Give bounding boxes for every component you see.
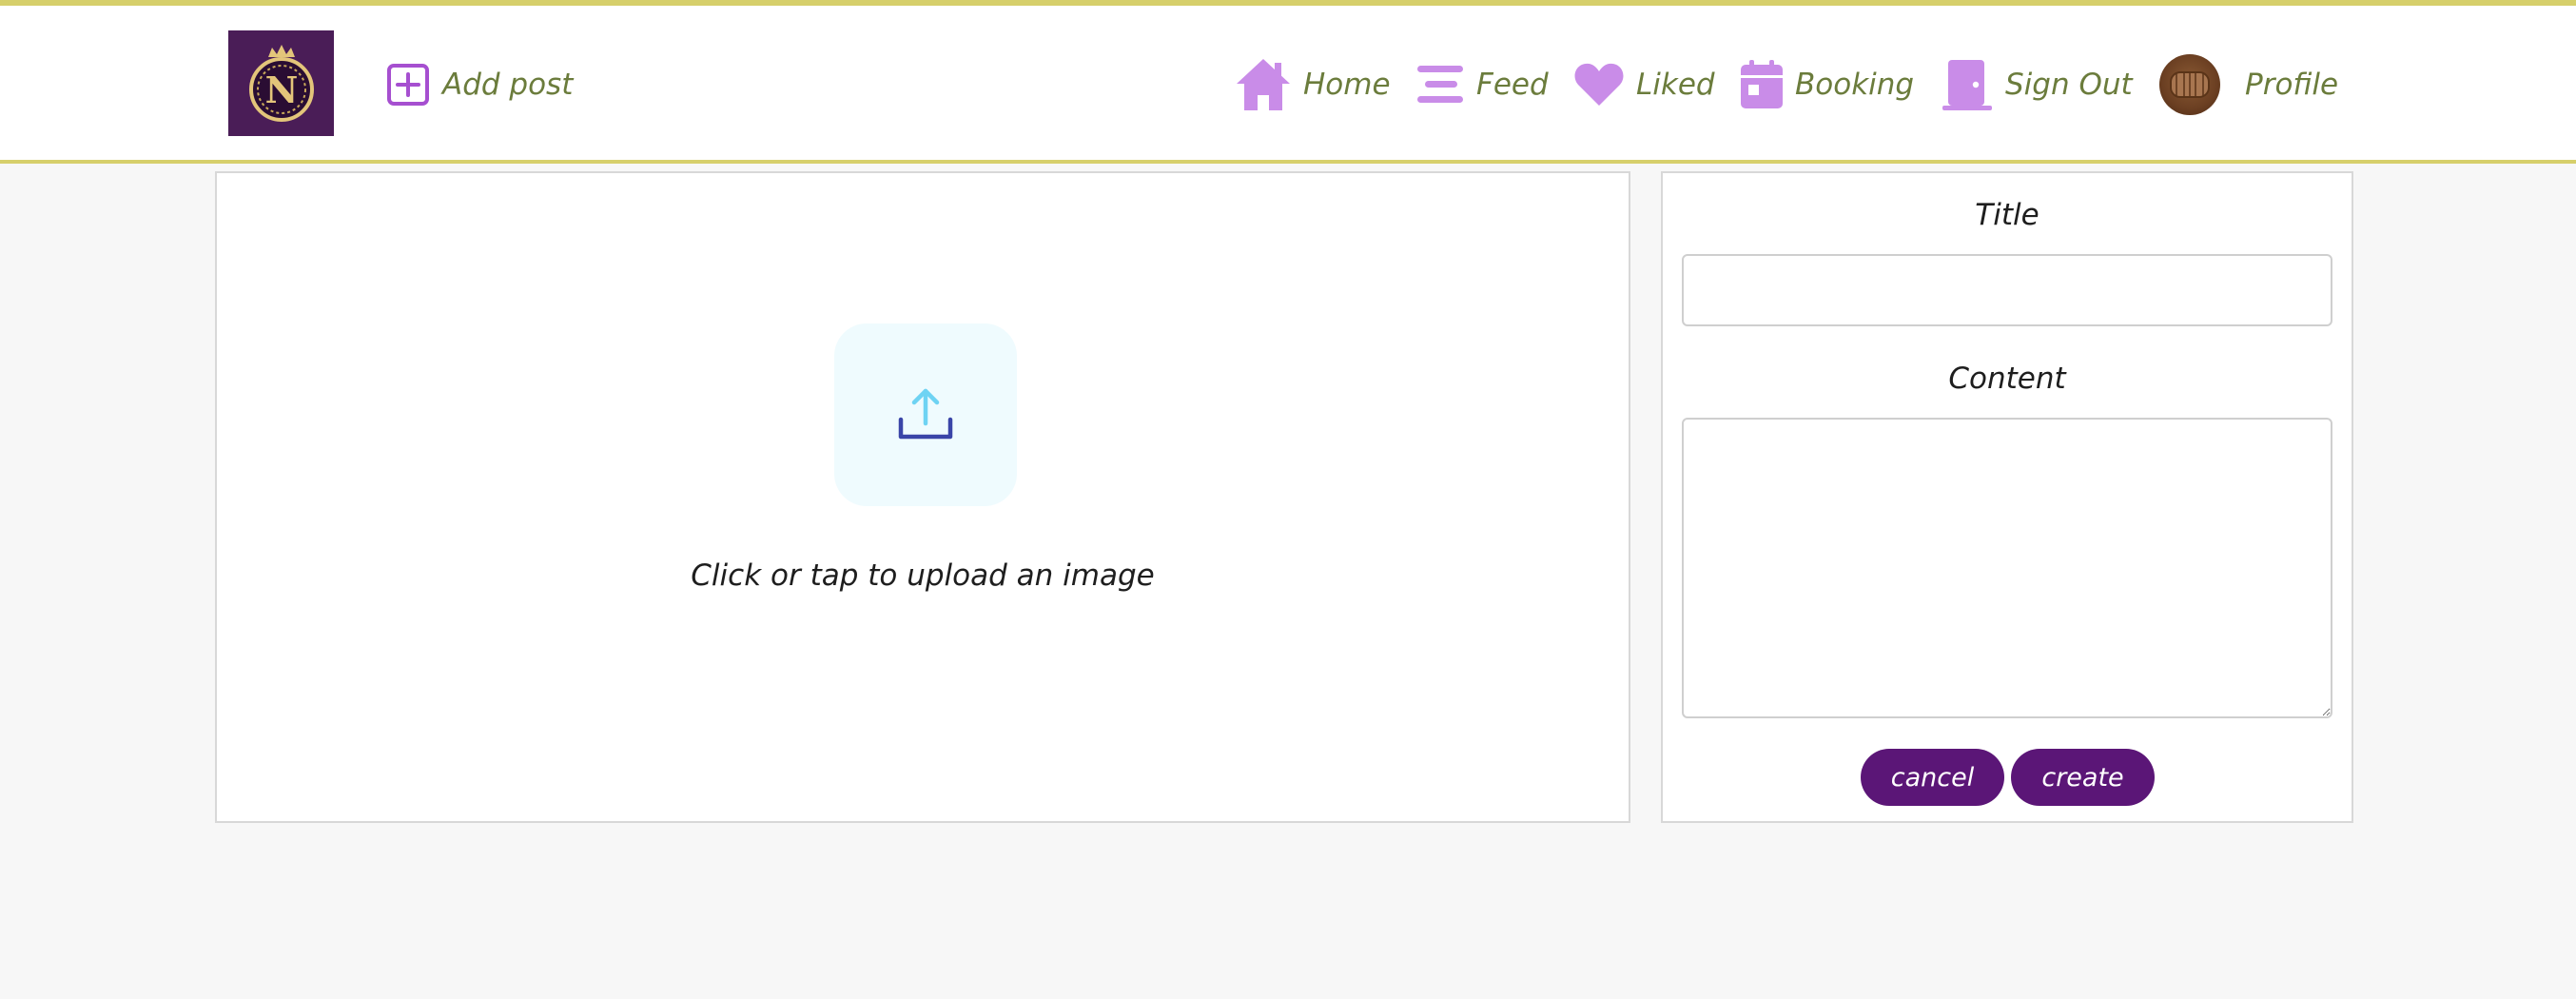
barrel-icon <box>2170 71 2210 98</box>
top-navbar: N Add post Home Feed Liked Booking Sign … <box>0 0 2576 164</box>
heart-icon <box>1573 62 1625 108</box>
home-icon <box>1235 57 1292 112</box>
nav-profile-label: Profile <box>2245 68 2339 102</box>
create-button[interactable]: create <box>2011 749 2155 806</box>
content-label: Content <box>1948 362 2066 396</box>
nav-home[interactable]: Home <box>1235 53 1391 116</box>
plus-square-icon <box>385 62 431 108</box>
nav-liked-label: Liked <box>1636 68 1715 102</box>
title-input[interactable] <box>1682 254 2332 326</box>
add-post-label: Add post <box>442 68 574 102</box>
door-icon <box>1941 58 1994 111</box>
nav-profile[interactable]: Profile <box>2159 53 2338 116</box>
upload-prompt: Click or tap to upload an image <box>691 558 1155 593</box>
calendar-icon <box>1740 59 1784 110</box>
nav-feed[interactable]: Feed <box>1415 53 1549 116</box>
nav-liked[interactable]: Liked <box>1573 53 1715 116</box>
feed-icon <box>1415 64 1465 106</box>
nav-home-label: Home <box>1303 68 1391 102</box>
nav-sign-out-label: Sign Out <box>2005 68 2133 102</box>
upload-tile[interactable] <box>834 323 1017 506</box>
image-upload-area[interactable]: Click or tap to upload an image <box>215 171 1630 823</box>
nav-feed-label: Feed <box>1476 68 1549 102</box>
nav-sign-out[interactable]: Sign Out <box>1941 53 2133 116</box>
title-label: Title <box>1975 198 2039 232</box>
post-form: Title Content cancel create <box>1661 171 2353 823</box>
content-textarea[interactable] <box>1682 418 2332 718</box>
upload-icon <box>898 388 953 440</box>
add-post-link[interactable]: Add post <box>385 53 573 116</box>
logo-letter: N <box>264 69 298 111</box>
brand-logo[interactable]: N <box>228 30 334 136</box>
nav-booking-label: Booking <box>1795 68 1915 102</box>
nav-booking[interactable]: Booking <box>1740 53 1914 116</box>
crest-icon: N <box>248 44 314 122</box>
cancel-button[interactable]: cancel <box>1861 749 2004 806</box>
avatar <box>2159 54 2220 115</box>
